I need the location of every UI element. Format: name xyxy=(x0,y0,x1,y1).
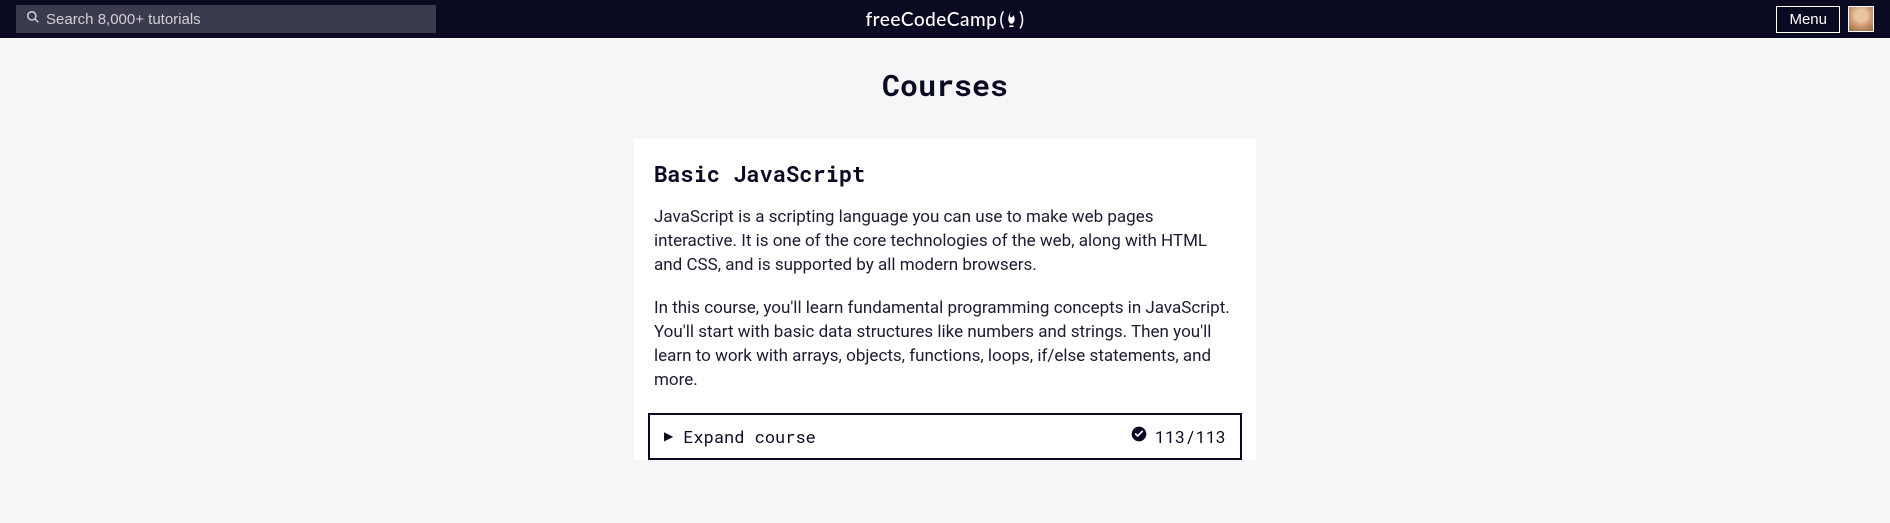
caret-right-icon: ▶ xyxy=(664,429,673,443)
course-description-1: JavaScript is a scripting language you c… xyxy=(654,206,1236,277)
avatar[interactable] xyxy=(1848,6,1874,32)
course-description-2: In this course, you'll learn fundamental… xyxy=(654,297,1236,392)
logo-flame: () xyxy=(999,8,1024,31)
expand-course-button[interactable]: ▶ Expand course 113/113 xyxy=(648,413,1242,460)
expand-left: ▶ Expand course xyxy=(664,425,816,448)
search-container[interactable] xyxy=(16,5,436,33)
search-input[interactable] xyxy=(46,11,426,28)
course-card: Basic JavaScript JavaScript is a scripti… xyxy=(634,139,1256,460)
main-content: Courses Basic JavaScript JavaScript is a… xyxy=(0,38,1890,460)
menu-button[interactable]: Menu xyxy=(1776,6,1840,33)
page-title: Courses xyxy=(882,66,1008,105)
course-title: Basic JavaScript xyxy=(654,159,1236,188)
expand-right: 113/113 xyxy=(1131,425,1226,448)
expand-label: Expand course xyxy=(683,425,816,448)
search-icon xyxy=(26,10,40,28)
avatar-image xyxy=(1849,7,1873,31)
logo-text: freeCodeCamp xyxy=(865,8,997,31)
nav-right: Menu xyxy=(1776,6,1874,33)
logo[interactable]: freeCodeCamp () xyxy=(865,8,1024,31)
navbar: freeCodeCamp () Menu xyxy=(0,0,1890,38)
progress-count: 113/113 xyxy=(1155,425,1226,448)
check-circle-icon xyxy=(1131,426,1147,446)
